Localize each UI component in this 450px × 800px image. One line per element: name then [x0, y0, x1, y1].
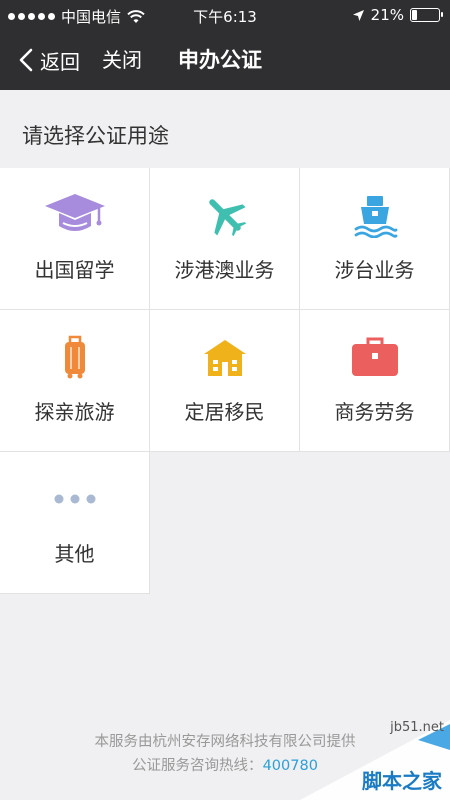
chevron-left-icon [19, 48, 33, 72]
purpose-other[interactable]: 其他 [0, 452, 150, 594]
battery-fill [412, 10, 418, 20]
status-right: 21% [352, 6, 443, 24]
back-label: 返回 [40, 49, 80, 74]
purpose-study-abroad[interactable]: 出国留学 [0, 168, 150, 310]
purpose-label: 涉港澳业务 [174, 258, 275, 282]
hotline-label: 公证服务咨询热线： [132, 758, 263, 774]
page-title: 申办公证 [178, 48, 262, 72]
location-arrow-icon [352, 9, 364, 21]
purpose-label: 出国留学 [34, 258, 115, 282]
section-title: 请选择公证用途 [22, 124, 169, 148]
battery-percent: 21% [370, 6, 404, 24]
purpose-label: 商务劳务 [334, 400, 415, 424]
watermark-name: 脚本之家 [362, 769, 442, 793]
close-button[interactable]: 关闭 [102, 30, 142, 90]
battery-icon [410, 8, 443, 22]
luggage-icon [64, 335, 85, 379]
graduation-cap-icon [44, 194, 105, 231]
airplane-icon [208, 199, 246, 237]
briefcase-icon [351, 337, 398, 376]
purpose-family-travel[interactable]: 探亲旅游 [0, 310, 150, 452]
purpose-label: 其他 [54, 542, 95, 566]
watermark-url: jb51.net [390, 720, 444, 735]
purpose-taiwan[interactable]: 涉台业务 [300, 168, 450, 310]
nav-bar: 返回 关闭 申办公证 [0, 30, 450, 90]
purpose-label: 定居移民 [184, 400, 265, 424]
more-dots-icon [54, 494, 95, 504]
purpose-immigration[interactable]: 定居移民 [150, 310, 300, 452]
purpose-business-labor[interactable]: 商务劳务 [300, 310, 450, 452]
house-icon [203, 340, 246, 376]
back-button[interactable]: 返回 [18, 30, 80, 90]
status-bar: 中国电信 下午6:13 21% [0, 0, 450, 30]
ship-icon [354, 196, 397, 238]
watermark: jb51.net 脚本之家 [300, 720, 450, 800]
purpose-label: 涉台业务 [334, 258, 415, 282]
purpose-hk-macau[interactable]: 涉港澳业务 [150, 168, 300, 310]
purpose-label: 探亲旅游 [34, 400, 115, 424]
